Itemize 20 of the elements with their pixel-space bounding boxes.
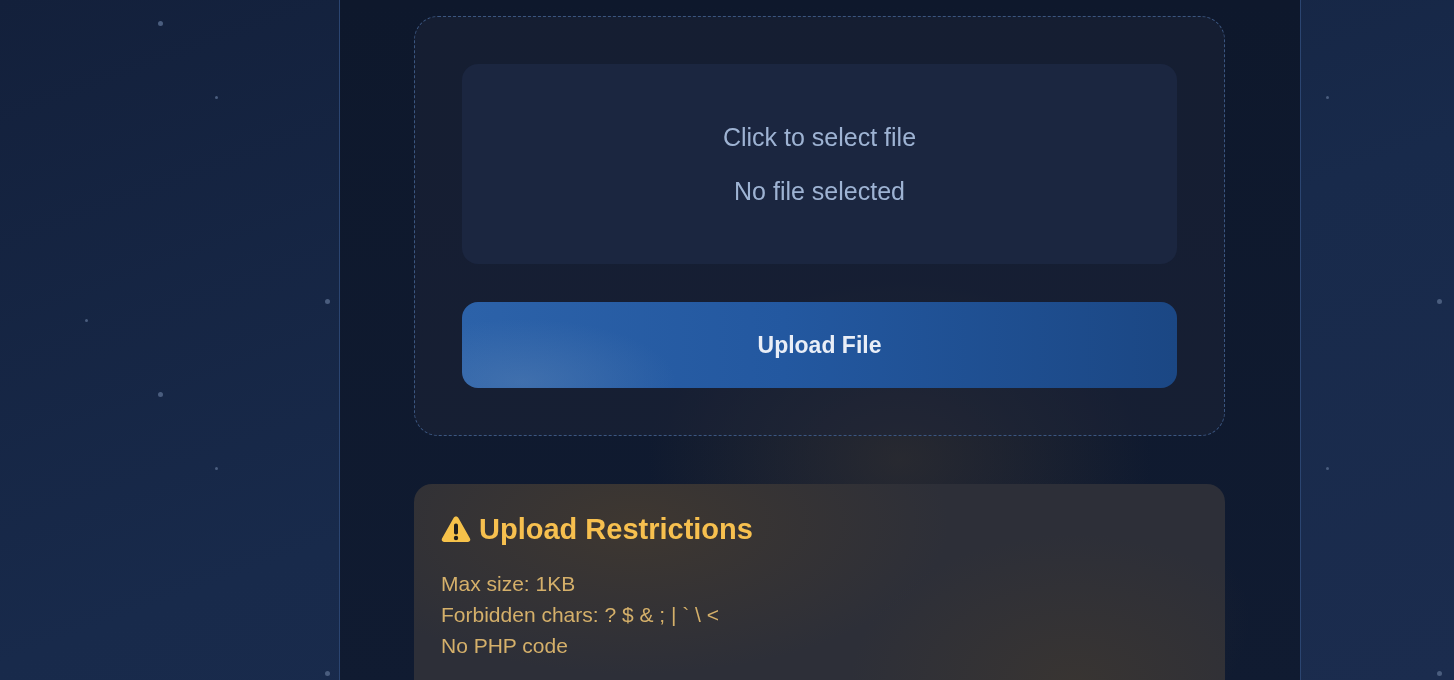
- select-file-prompt: Click to select file: [722, 122, 917, 153]
- star-dot-icon: [214, 466, 218, 470]
- restriction-text: Max size: 1KB: [441, 571, 577, 597]
- star-dot-icon: [214, 95, 218, 99]
- warning-icon: [441, 515, 471, 543]
- star-dot-icon: [1436, 670, 1442, 676]
- file-picker[interactable]: Click to select file No file selected: [462, 64, 1177, 264]
- star-dot-icon: [1325, 466, 1329, 470]
- restrictions-title: Upload Restrictions: [479, 512, 753, 546]
- star-dot-icon: [1325, 95, 1329, 99]
- star-dot-icon: [84, 318, 88, 322]
- restriction-text: No PHP code: [441, 633, 569, 659]
- star-dot-icon: [157, 391, 163, 397]
- star-dot-icon: [324, 298, 330, 304]
- star-dot-icon: [1436, 298, 1442, 304]
- star-dot-icon: [324, 670, 330, 676]
- file-status-text: No file selected: [734, 176, 905, 207]
- upload-button[interactable]: Upload File: [462, 302, 1177, 388]
- star-dot-icon: [157, 20, 163, 26]
- restriction-text: Forbidden chars: ? $ & ; | ` \ <: [441, 602, 720, 628]
